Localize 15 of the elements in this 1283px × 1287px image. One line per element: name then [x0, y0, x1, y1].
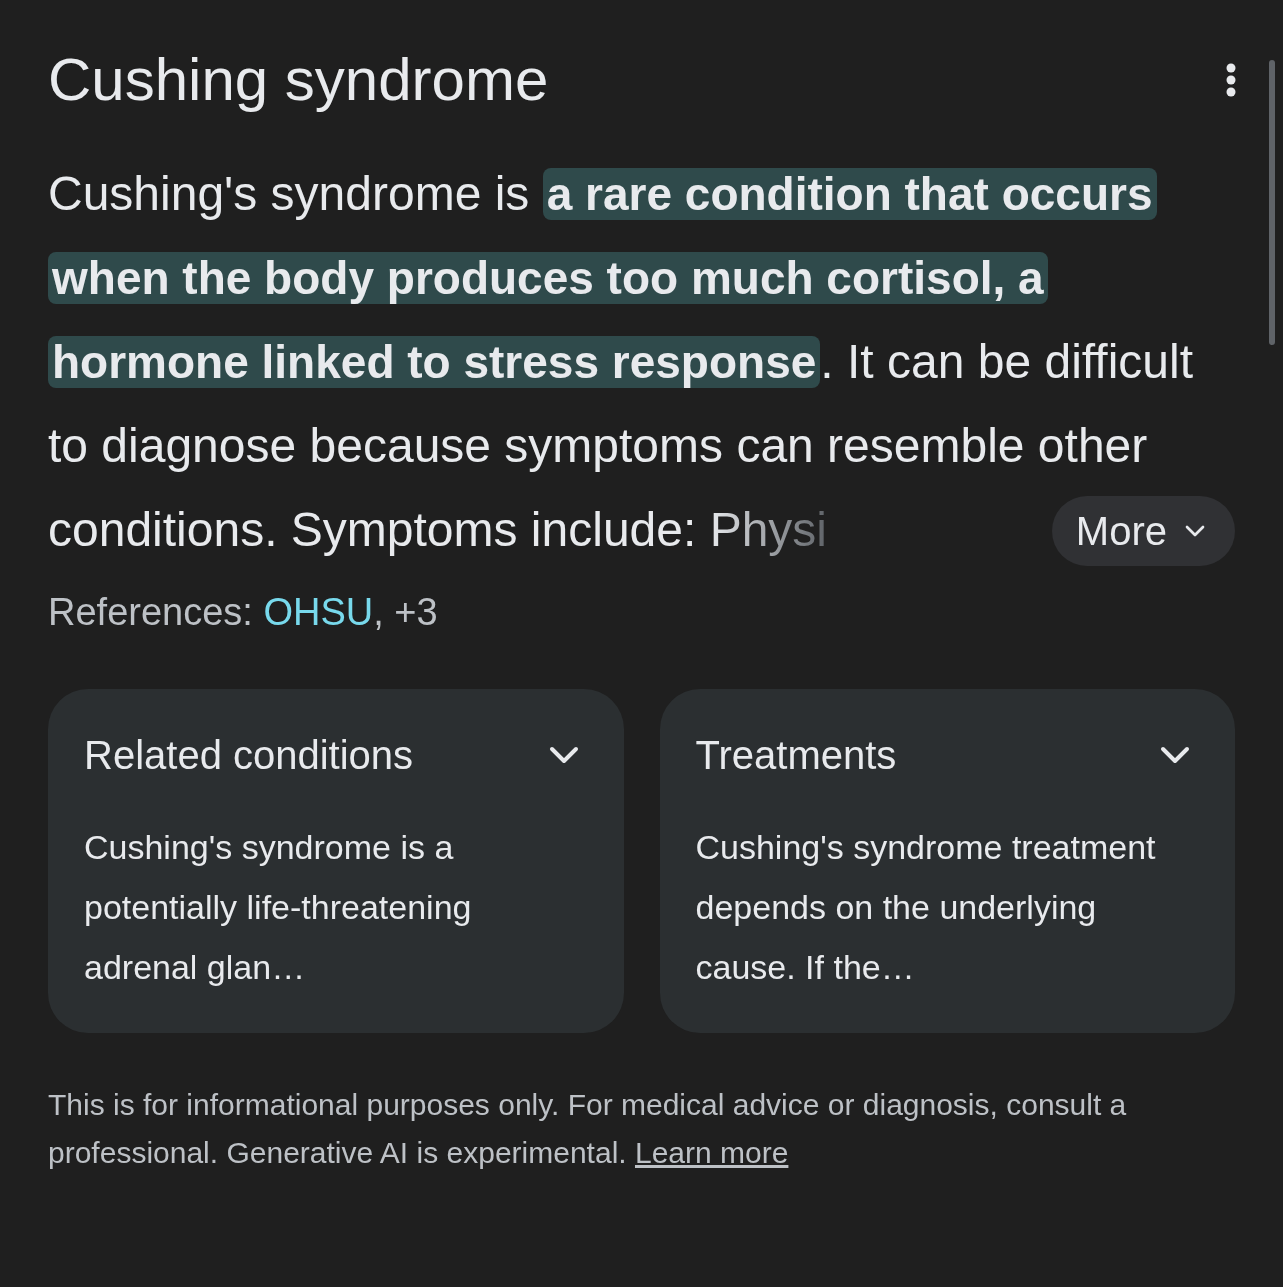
more-options-icon [1226, 63, 1236, 97]
learn-more-link[interactable]: Learn more [635, 1136, 789, 1169]
info-card[interactable]: Related conditions Cushing's syndrome is a potentially life-threatening adrenal glan… [48, 689, 624, 1033]
more-button[interactable]: More [1051, 496, 1235, 566]
card-text: Cushing's syndrome treatment depends on the underlying cause. If the… [695, 827, 1157, 988]
references-count: , +3 [373, 590, 438, 635]
card-title: Related conditions [84, 732, 414, 779]
scrollbar[interactable] [1269, 60, 1275, 345]
references-label: References: [48, 590, 254, 635]
info-card[interactable]: Treatments Cushing's syndrome treatment depends on the underlying cause. If the… [659, 689, 1235, 1033]
card-title: Treatments [695, 732, 897, 779]
card-text: Cushing's syndrome is a potentially life-threatening adrenal glan… [84, 827, 473, 988]
page-title: Cushing syndrome [48, 45, 549, 115]
reference-link[interactable]: OHSU [263, 584, 374, 641]
disclaimer-text: This is for informational purposes only. For medical advice or diagnosis, consult a professional. Generative AI is experimental. Learn more [48, 1087, 1128, 1171]
